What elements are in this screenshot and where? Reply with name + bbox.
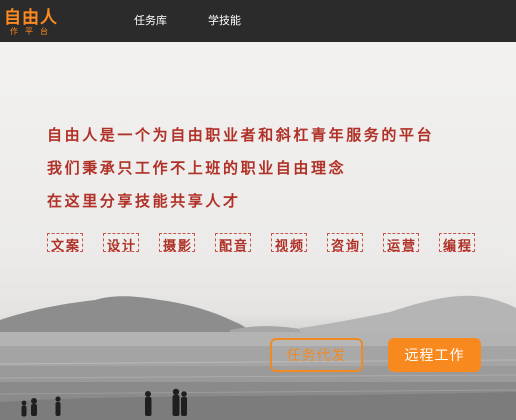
remote-work-button[interactable]: 远程工作 bbox=[388, 338, 481, 372]
tagline-line-3: 在这里分享技能共享人才 bbox=[47, 192, 241, 210]
tagline-line-2: 我们秉承只工作不上班的职业自由理念 bbox=[47, 159, 347, 177]
post-task-button[interactable]: 任务代发 bbox=[270, 338, 363, 372]
hill-left bbox=[0, 296, 249, 334]
skill-tags: 文案 设计 摄影 配音 视频 咨询 运营 编程 bbox=[47, 233, 487, 255]
skill-tag-operations[interactable]: 运营 bbox=[383, 233, 420, 254]
top-navbar: 自由人 作平台 任务库 学技能 bbox=[0, 0, 516, 42]
nav-task-library[interactable]: 任务库 bbox=[134, 12, 167, 28]
skill-tag-photography[interactable]: 摄影 bbox=[159, 233, 196, 254]
skill-tag-voiceover[interactable]: 配音 bbox=[215, 233, 252, 254]
skill-tag-copywriting[interactable]: 文案 bbox=[47, 233, 84, 254]
skill-tag-design[interactable]: 设计 bbox=[103, 233, 140, 254]
skill-tag-video[interactable]: 视频 bbox=[271, 233, 308, 254]
hill-right bbox=[300, 295, 516, 334]
skill-tag-programming[interactable]: 编程 bbox=[439, 233, 476, 254]
tagline-line-1: 自由人是一个为自由职业者和斜杠青年服务的平台 bbox=[47, 126, 435, 144]
nav-learn-skills[interactable]: 学技能 bbox=[208, 12, 241, 28]
logo-subtitle: 作平台 bbox=[10, 27, 55, 36]
logo-text: 自由人 bbox=[4, 8, 58, 28]
skill-tag-consulting[interactable]: 咨询 bbox=[327, 233, 364, 254]
hero-banner: 自由人是一个为自由职业者和斜杠青年服务的平台 我们秉承只工作不上班的职业自由理念… bbox=[0, 42, 516, 420]
site-logo[interactable]: 自由人 作平台 bbox=[4, 3, 60, 39]
